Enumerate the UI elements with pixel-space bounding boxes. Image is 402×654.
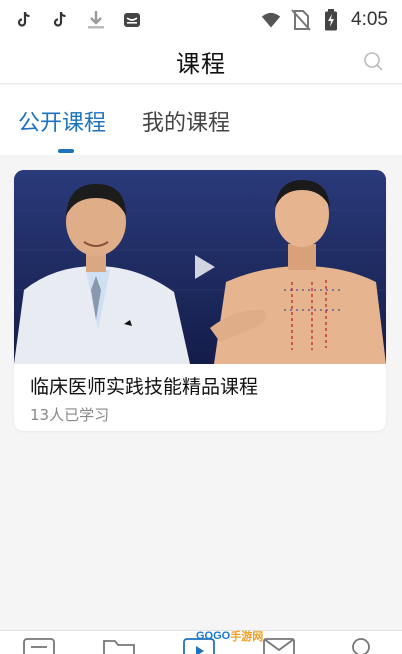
app-notification-icon <box>122 10 142 30</box>
user-icon[interactable] <box>344 637 378 654</box>
status-bar: 4:05 <box>0 0 402 40</box>
site-watermark: GOGO 手游网 <box>196 626 263 646</box>
app-header: 课程 <box>0 40 402 84</box>
course-title: 临床医师实践技能精品课程 <box>30 376 259 398</box>
watermark-suffix: 手游网 <box>230 630 264 643</box>
download-icon <box>86 10 106 30</box>
active-tab-indicator <box>58 149 74 153</box>
tiktok-icon <box>50 10 70 30</box>
course-card[interactable]: 临床医师实践技能精品课程 13人已学习 <box>14 170 386 431</box>
list-icon[interactable] <box>22 637 56 654</box>
folder-icon[interactable] <box>102 637 136 654</box>
course-learners-count: 13人已学习 <box>30 406 110 424</box>
page-title: 课程 <box>176 50 226 78</box>
mail-icon[interactable] <box>262 637 296 654</box>
battery-charging-icon <box>321 9 341 31</box>
wifi-icon <box>261 10 281 30</box>
status-clock: 4:05 <box>351 9 388 30</box>
tab-public-courses[interactable]: 公开课程 <box>18 105 106 137</box>
tab-my-courses[interactable]: 我的课程 <box>142 105 230 137</box>
watermark-brand: GOGO <box>196 630 231 642</box>
search-icon[interactable] <box>362 50 386 74</box>
play-icon[interactable] <box>188 252 218 282</box>
course-tabs: 公开课程 我的课程 <box>0 85 402 155</box>
tiktok-icon <box>14 10 34 30</box>
course-thumbnail[interactable] <box>14 170 386 364</box>
no-sim-icon <box>291 9 311 31</box>
